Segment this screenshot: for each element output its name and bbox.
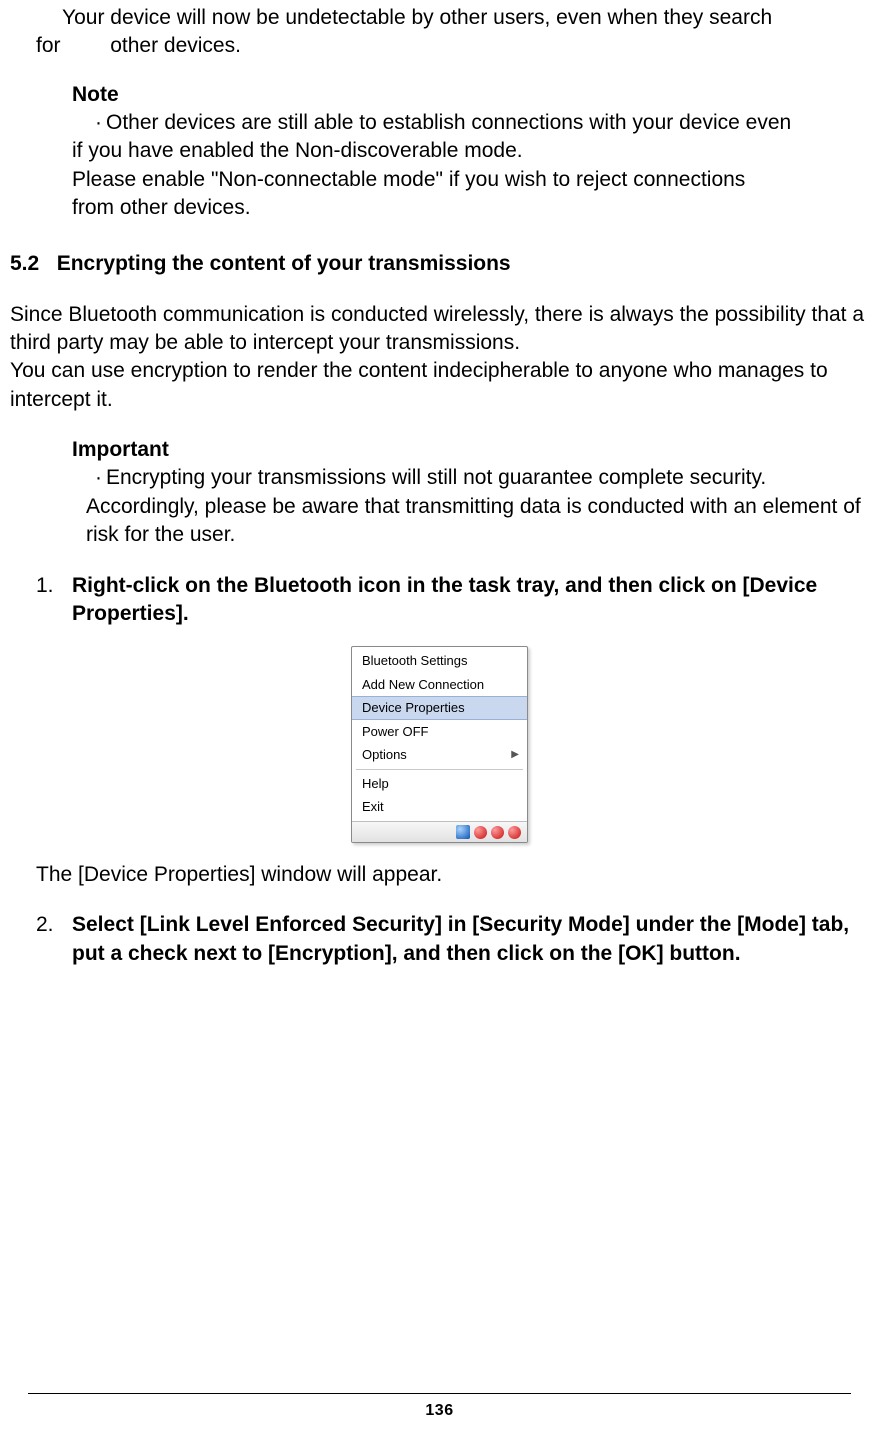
menu-item-help[interactable]: Help xyxy=(352,772,527,796)
after-step-1-text: The [Device Properties] window will appe… xyxy=(10,861,869,889)
menu-separator xyxy=(356,769,523,770)
step-1-text: Right-click on the Bluetooth icon in the… xyxy=(72,572,869,629)
step-1: 1. Right-click on the Bluetooth icon in … xyxy=(10,572,869,629)
note-line2: if you have enabled the Non-discoverable… xyxy=(10,137,869,165)
context-menu: Bluetooth Settings Add New Connection De… xyxy=(351,646,528,843)
tray-status-icon xyxy=(474,826,487,839)
important-line1: Encrypting your transmissions will still… xyxy=(106,464,869,492)
page-number: 136 xyxy=(0,1400,879,1422)
note-heading: Note xyxy=(10,81,869,109)
step-2: 2. Select [Link Level Enforced Security]… xyxy=(10,911,869,968)
intro-line2-prefix: for xyxy=(36,34,61,57)
tray-status-icon xyxy=(508,826,521,839)
menu-item-exit[interactable]: Exit xyxy=(352,795,527,819)
important-line2: Accordingly, please be aware that transm… xyxy=(10,493,869,550)
menu-item-label: Exit xyxy=(362,798,384,816)
note-line3: Please enable "Non-connectable mode" if … xyxy=(10,166,869,194)
body-paragraph-2: You can use encryption to render the con… xyxy=(10,357,869,414)
content: Your device will now be undetectable by … xyxy=(10,0,869,968)
menu-item-label: Device Properties xyxy=(362,699,465,717)
footer-rule xyxy=(28,1393,851,1394)
important-heading: Important xyxy=(10,436,869,464)
submenu-arrow-icon: ▶ xyxy=(511,748,519,762)
bullet-icon: · xyxy=(72,109,106,137)
intro-line1: Your device will now be undetectable by … xyxy=(62,6,772,29)
step-1-number: 1. xyxy=(36,572,72,629)
section-heading: 5.2 Encrypting the content of your trans… xyxy=(10,250,869,278)
tray-status-icon xyxy=(491,826,504,839)
menu-item-label: Power OFF xyxy=(362,723,428,741)
menu-item-device-properties[interactable]: Device Properties xyxy=(352,696,527,720)
bluetooth-tray-icon[interactable] xyxy=(456,825,470,839)
menu-item-label: Options xyxy=(362,746,407,764)
menu-item-label: Help xyxy=(362,775,389,793)
step-2-number: 2. xyxy=(36,911,72,968)
menu-item-label: Add New Connection xyxy=(362,676,484,694)
menu-item-add-new-connection[interactable]: Add New Connection xyxy=(352,673,527,697)
menu-item-options[interactable]: Options ▶ xyxy=(352,743,527,767)
step-2-text: Select [Link Level Enforced Security] in… xyxy=(72,911,869,968)
section-number: 5.2 xyxy=(10,252,39,275)
menu-item-power-off[interactable]: Power OFF xyxy=(352,720,527,744)
page: Your device will now be undetectable by … xyxy=(0,0,879,1436)
menu-item-bluetooth-settings[interactable]: Bluetooth Settings xyxy=(352,649,527,673)
intro-line2-rest: other devices. xyxy=(110,34,241,57)
note-line1: Other devices are still able to establis… xyxy=(106,109,869,137)
intro-text: Your device will now be undetectable by … xyxy=(10,4,869,61)
section-title: Encrypting the content of your transmiss… xyxy=(57,252,511,275)
bullet-icon: · xyxy=(72,464,106,492)
note-line4: from other devices. xyxy=(10,194,869,222)
task-tray-strip xyxy=(352,821,527,842)
menu-item-label: Bluetooth Settings xyxy=(362,652,468,670)
note-block: Note · Other devices are still able to e… xyxy=(10,81,869,223)
context-menu-figure: Bluetooth Settings Add New Connection De… xyxy=(10,646,869,843)
body-paragraph-1: Since Bluetooth communication is conduct… xyxy=(10,301,869,358)
important-block: Important · Encrypting your transmission… xyxy=(10,436,869,549)
